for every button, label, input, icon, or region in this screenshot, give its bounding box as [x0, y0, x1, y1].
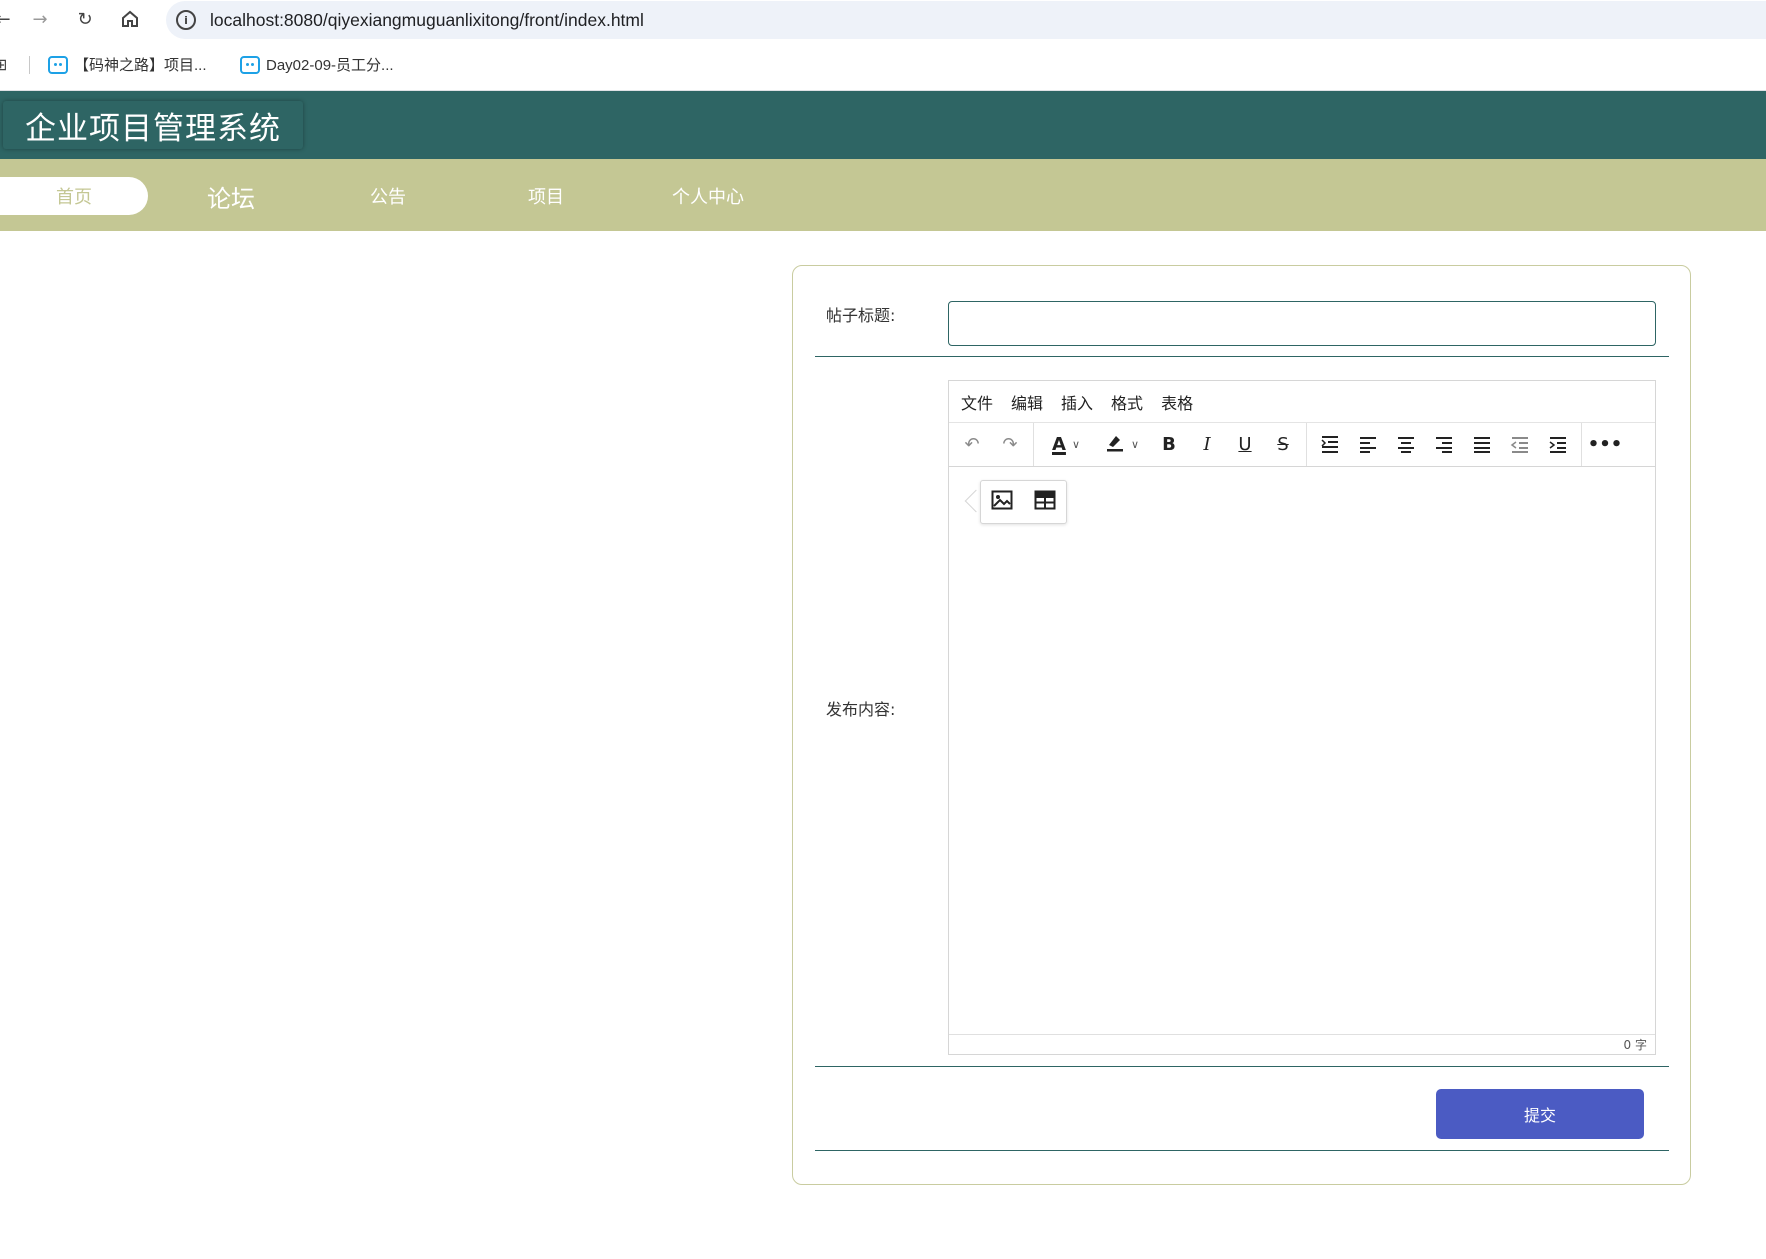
align-center-icon[interactable] [1387, 428, 1425, 462]
divider [815, 1066, 1669, 1067]
divider [815, 1150, 1669, 1151]
editor-toolbar: ↶ ↷ A ∨ ∨ B I U S ••• [949, 423, 1655, 467]
main-nav: 首页 论坛 公告 项目 个人中心 [0, 159, 1766, 231]
word-count: 0 字 [1623, 1038, 1647, 1052]
image-icon[interactable] [991, 490, 1013, 514]
nav-item-home[interactable]: 首页 [0, 177, 148, 215]
highlight-color-button[interactable]: ∨ [1094, 428, 1150, 462]
forward-icon[interactable]: → [29, 8, 51, 30]
bookmark-item[interactable]: 【码神之路】项目... [48, 54, 207, 75]
reload-icon[interactable]: ↻ [74, 8, 96, 30]
title-input[interactable] [948, 301, 1656, 346]
home-icon[interactable] [119, 8, 141, 30]
title-label: 帖子标题: [826, 306, 896, 325]
bookmark-item[interactable]: Day02-09-员工分... [240, 54, 394, 75]
redo-icon[interactable]: ↷ [991, 428, 1029, 462]
more-icon[interactable]: ••• [1586, 428, 1624, 462]
bookmark-label: 【码神之路】项目... [74, 57, 207, 74]
text-color-button[interactable]: A ∨ [1038, 428, 1094, 462]
align-left-icon[interactable] [1349, 428, 1387, 462]
menu-edit[interactable]: 编辑 [1011, 390, 1043, 414]
bilibili-icon [240, 55, 260, 74]
bilibili-icon [48, 55, 68, 74]
undo-icon[interactable]: ↶ [953, 428, 991, 462]
table-icon[interactable] [1034, 490, 1056, 514]
nav-item-profile[interactable]: 个人中心 [660, 177, 756, 215]
quick-insert-toolbar [980, 480, 1067, 524]
browser-toolbar: ← → ↻ i localhost:8080/qiyexiangmuguanli… [0, 0, 1766, 40]
indent-icon[interactable] [1539, 428, 1577, 462]
nav-item-forum[interactable]: 论坛 [190, 177, 272, 215]
outdent-icon[interactable] [1501, 428, 1539, 462]
bold-icon[interactable]: B [1150, 428, 1188, 462]
content-label: 发布内容: [826, 700, 896, 719]
bookmark-label: Day02-09-员工分... [266, 57, 394, 74]
line-height-icon[interactable] [1311, 428, 1349, 462]
highlight-icon [1105, 432, 1125, 457]
back-icon[interactable]: ← [0, 8, 14, 30]
underline-icon[interactable]: U [1226, 428, 1264, 462]
italic-icon[interactable]: I [1188, 428, 1226, 462]
nav-item-notice[interactable]: 公告 [348, 177, 428, 215]
submit-button[interactable]: 提交 [1436, 1089, 1644, 1139]
align-right-icon[interactable] [1425, 428, 1463, 462]
bookmarks-bar: ⊞ 【码神之路】项目... Day02-09-员工分... [0, 40, 1766, 91]
app-title-box: 企业项目管理系统 [3, 101, 303, 149]
post-form: 帖子标题: 发布内容: 文件 编辑 插入 格式 表格 ↶ ↷ A ∨ ∨ B I… [792, 265, 1691, 1185]
address-bar[interactable]: i localhost:8080/qiyexiangmuguanlixitong… [166, 1, 1766, 39]
align-justify-icon[interactable] [1463, 428, 1501, 462]
divider [815, 356, 1669, 357]
menu-file[interactable]: 文件 [961, 390, 993, 414]
editor-menubar: 文件 编辑 插入 格式 表格 [949, 381, 1655, 423]
apps-icon[interactable]: ⊞ [0, 55, 7, 74]
rich-text-editor[interactable]: 文件 编辑 插入 格式 表格 ↶ ↷ A ∨ ∨ B I U S ••• 0 字 [948, 380, 1656, 1055]
nav-item-project[interactable]: 项目 [506, 177, 586, 215]
bookmarks-divider [29, 56, 30, 74]
url-text: localhost:8080/qiyexiangmuguanlixitong/f… [210, 9, 644, 30]
chevron-down-icon: ∨ [1130, 438, 1140, 451]
editor-statusbar: 0 字 [949, 1034, 1655, 1054]
app-header: 企业项目管理系统 [0, 91, 1766, 159]
strikethrough-icon[interactable]: S [1264, 428, 1302, 462]
menu-insert[interactable]: 插入 [1061, 390, 1093, 414]
text-color-icon: A [1052, 434, 1066, 455]
menu-table[interactable]: 表格 [1161, 390, 1193, 414]
menu-format[interactable]: 格式 [1111, 390, 1143, 414]
app-title: 企业项目管理系统 [25, 110, 281, 147]
chevron-down-icon: ∨ [1071, 438, 1080, 451]
site-info-icon[interactable]: i [176, 10, 196, 30]
